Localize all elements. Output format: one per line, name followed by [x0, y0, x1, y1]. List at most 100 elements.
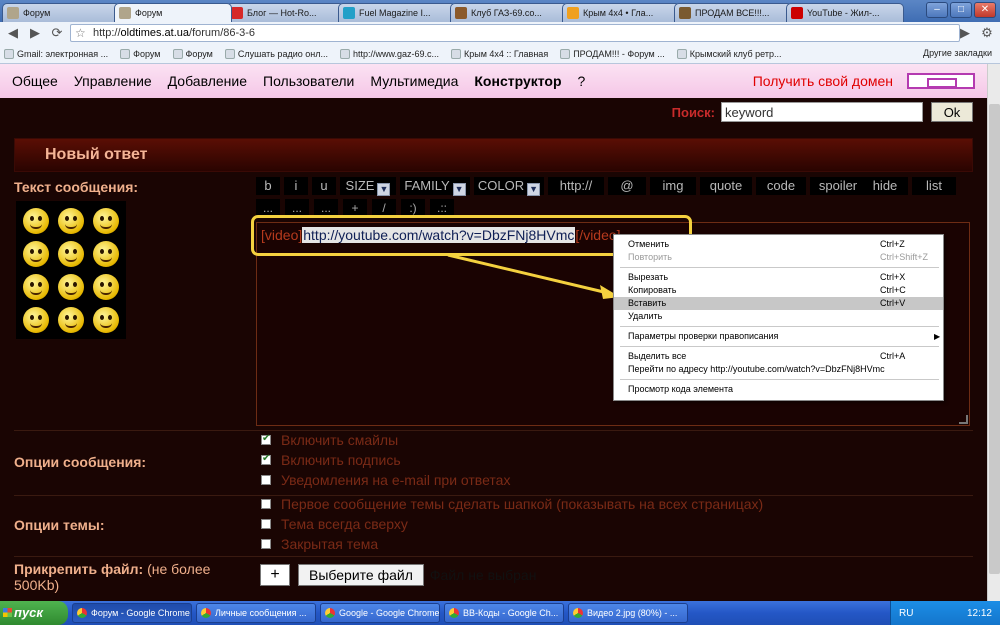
- bbcode-button-u[interactable]: u: [312, 177, 336, 195]
- promo-widget[interactable]: [907, 73, 975, 89]
- browser-tab[interactable]: YouTube - Жил-...: [786, 3, 904, 22]
- site-menu-item[interactable]: Пользователи: [263, 73, 354, 89]
- option-checkbox[interactable]: [261, 539, 271, 549]
- option-row[interactable]: Первое сообщение темы сделать шапкой (по…: [261, 496, 763, 512]
- smiley-icon[interactable]: [23, 240, 50, 267]
- context-menu-item[interactable]: Вставить Ctrl+V: [614, 297, 943, 310]
- browser-tab[interactable]: Форум: [114, 3, 232, 22]
- context-menu-item[interactable]: Параметры проверки правописания ▶: [614, 330, 943, 343]
- bookmark-item[interactable]: ПРОДАМ!!! - Форум ...: [560, 48, 665, 59]
- site-menu-item[interactable]: Конструктор: [474, 73, 561, 89]
- bookmark-item[interactable]: Форум: [172, 48, 213, 59]
- bookmark-item[interactable]: Слушать радио онл...: [224, 48, 328, 59]
- site-menu-item[interactable]: Общее: [12, 73, 58, 89]
- language-indicator[interactable]: RU: [899, 608, 913, 619]
- bbcode-button-quote[interactable]: quote: [700, 177, 752, 195]
- chevron-down-icon[interactable]: ▼: [527, 183, 541, 196]
- page-scrollbar[interactable]: [987, 64, 1000, 601]
- smiley-icon[interactable]: [92, 240, 119, 267]
- maximize-icon[interactable]: □: [950, 2, 972, 18]
- address-bar[interactable]: ☆ http://oldtimes.at.ua/forum/86-3-6: [70, 24, 960, 42]
- context-menu-item[interactable]: Отменить Ctrl+Z: [614, 238, 943, 251]
- taskbar-item[interactable]: Форум - Google Chrome: [72, 603, 192, 623]
- site-menu-item[interactable]: Мультимедиа: [370, 73, 458, 89]
- taskbar-item[interactable]: BB-Коды - Google Ch...: [444, 603, 564, 623]
- forward-icon[interactable]: ▶: [26, 24, 44, 42]
- domain-promo-link[interactable]: Получить свой домен: [753, 73, 893, 89]
- smiley-icon[interactable]: [23, 306, 50, 333]
- bookmark-item[interactable]: Форум: [120, 48, 161, 59]
- context-menu-item[interactable]: Перейти по адресу http://youtube.com/wat…: [614, 363, 943, 376]
- option-row[interactable]: Включить подпись: [261, 452, 401, 468]
- bookmark-star-icon[interactable]: ☆: [75, 25, 86, 41]
- back-icon[interactable]: ◀: [4, 24, 22, 42]
- option-checkbox[interactable]: [261, 519, 271, 529]
- scrollbar-thumb[interactable]: [989, 104, 1000, 574]
- page-menu-icon[interactable]: ▶: [956, 24, 974, 42]
- site-menu-item[interactable]: Управление: [74, 73, 152, 89]
- bbcode-button-http[interactable]: http://: [548, 177, 604, 195]
- context-menu-item[interactable]: Вырезать Ctrl+X: [614, 271, 943, 284]
- chevron-down-icon[interactable]: ▼: [377, 183, 391, 196]
- bbcode-button-list[interactable]: list: [912, 177, 956, 195]
- bookmark-item[interactable]: Gmail: электронная ...: [4, 48, 108, 59]
- taskbar-item[interactable]: Личные сообщения ...: [196, 603, 316, 623]
- taskbar-item[interactable]: Google - Google Chrome: [320, 603, 440, 623]
- bbcode-button-hide[interactable]: hide: [862, 177, 908, 195]
- bookmark-item[interactable]: Крым 4х4 :: Главная: [451, 48, 548, 59]
- add-file-button[interactable]: +: [260, 564, 290, 586]
- smiley-icon[interactable]: [23, 273, 50, 300]
- bbcode-button-size[interactable]: SIZE ▼: [340, 177, 396, 196]
- browser-tab[interactable]: Форум: [2, 3, 120, 22]
- chevron-down-icon[interactable]: ▼: [452, 183, 466, 196]
- option-checkbox[interactable]: [261, 433, 271, 445]
- bbcode-button-color[interactable]: COLOR ▼: [474, 177, 544, 196]
- option-row[interactable]: Тема всегда сверху: [261, 516, 408, 532]
- bbcode-button-b[interactable]: b: [256, 177, 280, 195]
- wrench-icon[interactable]: ⚙: [978, 24, 996, 42]
- option-row[interactable]: Уведомления на e-mail при ответах: [261, 472, 510, 488]
- option-checkbox[interactable]: [261, 499, 271, 509]
- bbcode-button-img[interactable]: img: [650, 177, 696, 195]
- close-icon[interactable]: ✕: [974, 2, 996, 18]
- smiley-icon[interactable]: [92, 207, 119, 234]
- browser-tab[interactable]: Fuel Magazine I...: [338, 3, 456, 22]
- browser-tab[interactable]: Крым 4х4 • Гла...: [562, 3, 680, 22]
- browser-tab[interactable]: Блог — Hot-Ro...: [226, 3, 344, 22]
- option-checkbox[interactable]: [261, 475, 271, 485]
- smiley-icon[interactable]: [57, 207, 84, 234]
- bbcode-button-code[interactable]: code: [756, 177, 806, 195]
- context-menu-item[interactable]: Копировать Ctrl+C: [614, 284, 943, 297]
- browser-tab[interactable]: Клуб ГАЗ-69.co...: [450, 3, 568, 22]
- context-menu-item[interactable]: Удалить: [614, 310, 943, 323]
- bbcode-button-[interactable]: @: [608, 177, 646, 195]
- smiley-icon[interactable]: [57, 240, 84, 267]
- minimize-icon[interactable]: –: [926, 2, 948, 18]
- site-menu-item[interactable]: ?: [578, 73, 586, 89]
- option-row[interactable]: Закрытая тема: [261, 536, 378, 552]
- smiley-icon[interactable]: [92, 306, 119, 333]
- browser-tab[interactable]: ПРОДАМ ВСЕ!!!...: [674, 3, 792, 22]
- other-bookmarks[interactable]: Другие закладки: [923, 48, 992, 58]
- smiley-icon[interactable]: [57, 273, 84, 300]
- site-menu-item[interactable]: Добавление: [168, 73, 247, 89]
- context-menu-item[interactable]: Просмотр кода элемента: [614, 383, 943, 396]
- bookmark-item[interactable]: http://www.gaz-69.c...: [339, 48, 439, 59]
- choose-file-button[interactable]: Выберите файл: [298, 564, 424, 586]
- bookmark-item[interactable]: Крымский клуб ретр...: [676, 48, 782, 59]
- search-ok-button[interactable]: Ok: [931, 102, 973, 122]
- bbcode-button-family[interactable]: FAMILY ▼: [400, 177, 470, 196]
- option-row[interactable]: Включить смайлы: [261, 432, 398, 448]
- smiley-icon[interactable]: [23, 207, 50, 234]
- start-button[interactable]: пуск: [0, 601, 68, 625]
- search-input[interactable]: [721, 102, 923, 122]
- smiley-icon[interactable]: [57, 306, 84, 333]
- option-checkbox[interactable]: [261, 453, 271, 465]
- resize-handle-icon[interactable]: [959, 415, 968, 424]
- smiley-icon[interactable]: [92, 273, 119, 300]
- bbcode-button-i[interactable]: i: [284, 177, 308, 195]
- reload-icon[interactable]: ⟳: [48, 24, 66, 42]
- taskbar-item[interactable]: Видео 2.jpg (80%) - ...: [568, 603, 688, 623]
- context-menu-item[interactable]: Выделить все Ctrl+A: [614, 350, 943, 363]
- bbcode-button-spoiler[interactable]: spoiler: [810, 177, 866, 195]
